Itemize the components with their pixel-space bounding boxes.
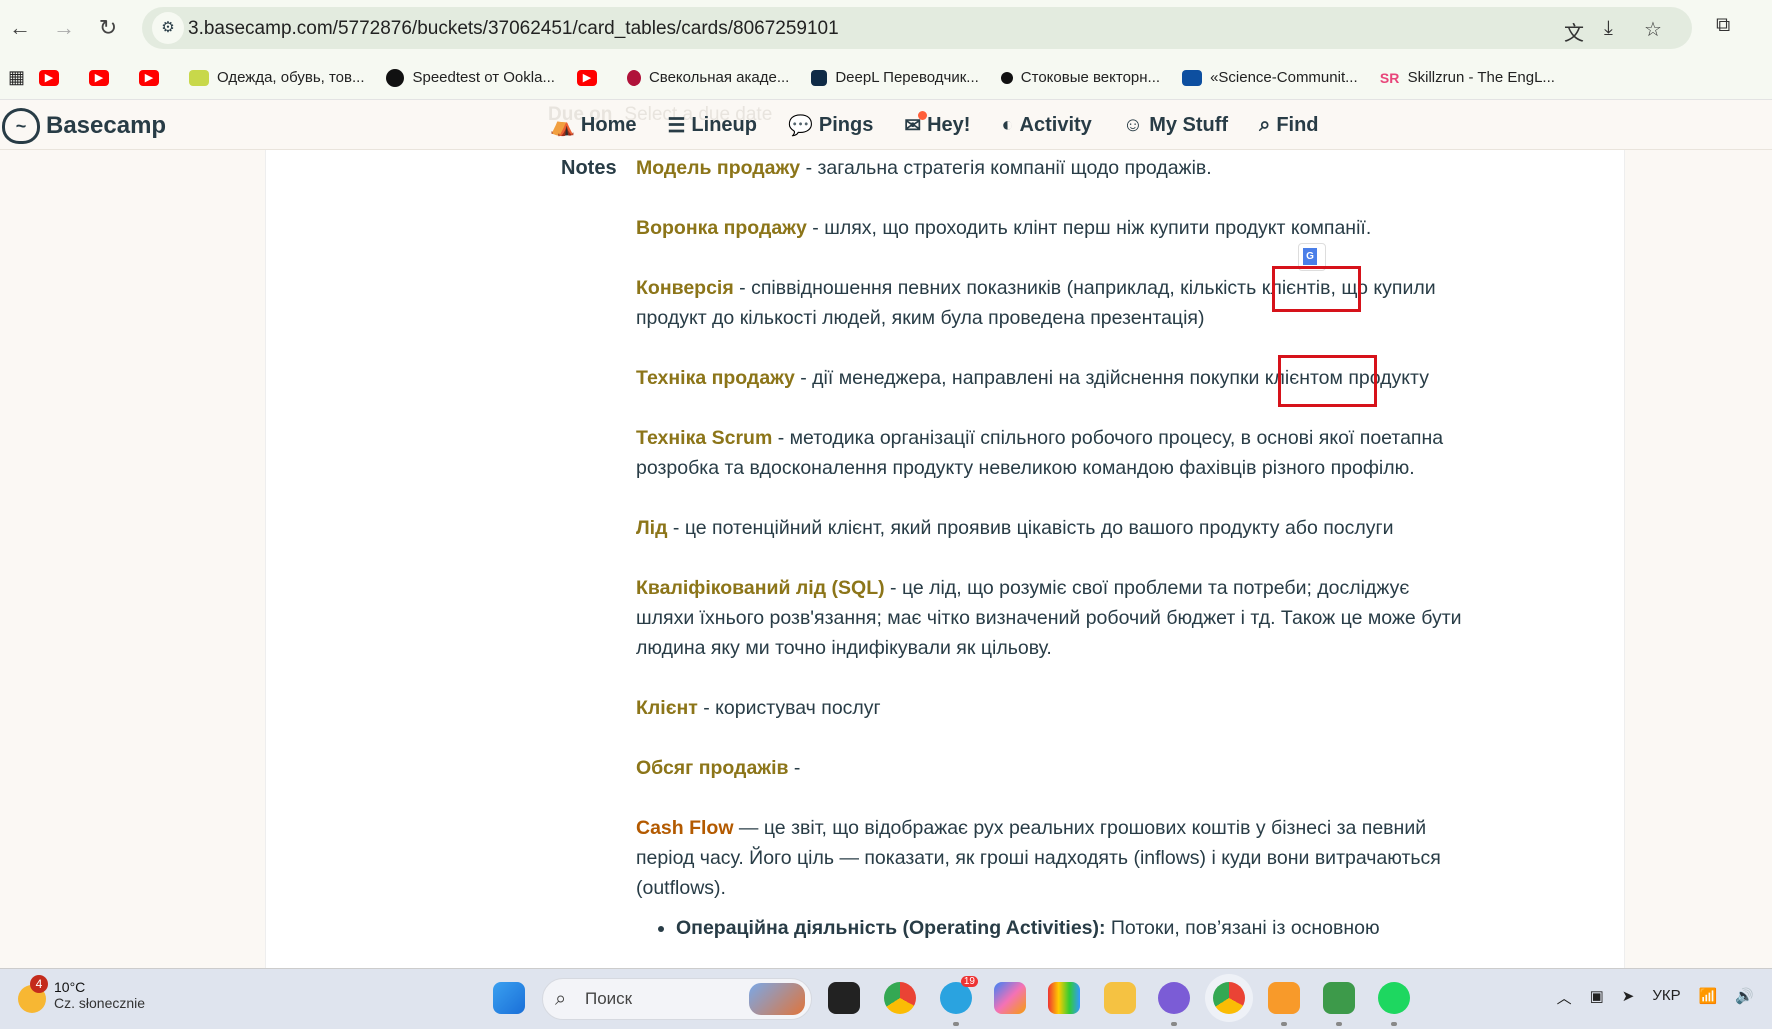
note-entry: Лід - це потенційний клієнт, який прояви… bbox=[636, 517, 1394, 539]
viber-icon[interactable] bbox=[1158, 982, 1190, 1026]
bookmark[interactable]: DeepL Переводчик... bbox=[811, 69, 979, 86]
shop-icon bbox=[189, 69, 210, 86]
pings-icon: 💬 bbox=[787, 114, 813, 137]
stock-icon bbox=[1000, 71, 1013, 84]
bookmark[interactable]: Speedtest от Ookla... bbox=[386, 68, 555, 87]
note-entry: Обсяг продажів - bbox=[636, 757, 801, 779]
youtube-icon: ▶ bbox=[576, 69, 597, 86]
note-entry: Кваліфікований лід (SQL) - це лід, що ро… bbox=[636, 577, 1462, 659]
note-entry: Воронка продажу - шлях, що проходить клі… bbox=[636, 217, 1372, 239]
bookmark[interactable]: ▶ bbox=[39, 69, 67, 86]
find-icon: ⌕ bbox=[1259, 113, 1271, 136]
extensions-icon[interactable]: ⧉ bbox=[1716, 14, 1730, 37]
weather-widget[interactable]: 4 10°C Cz. słonecznie bbox=[18, 975, 145, 1013]
main-nav: ⛺ Home ☰ Lineup 💬 Pings ✉ Hey! ◐ Activity ☺ My… bbox=[550, 100, 1350, 150]
search-icon: ⌕ bbox=[555, 988, 567, 1010]
weather-sun-icon: 4 bbox=[18, 975, 48, 1013]
highlight-box bbox=[1272, 266, 1361, 312]
notification-dot bbox=[918, 110, 928, 120]
youtube-icon: ▶ bbox=[89, 69, 110, 86]
bookmark[interactable]: ▶ bbox=[89, 69, 117, 86]
skillzrun-icon: SR bbox=[1379, 69, 1400, 86]
bookmark-star-icon[interactable]: ☆ bbox=[1644, 17, 1662, 42]
copilot-icon[interactable] bbox=[994, 982, 1026, 1014]
nav-home[interactable]: ⛺ Home bbox=[550, 113, 636, 138]
speedtest-icon bbox=[386, 68, 405, 87]
site-settings-icon[interactable]: ⚙ bbox=[152, 12, 184, 44]
apps-grid-icon[interactable]: ▦ bbox=[8, 67, 25, 88]
browser-toolbar: ← → ↻ ⚙ 3.basecamp.com/5772876/buckets/3… bbox=[0, 0, 1772, 56]
note-entry: Cash Flow — це звіт, що відображає рух р… bbox=[636, 817, 1441, 899]
nav-my-stuff[interactable]: ☺ My Stuff bbox=[1123, 114, 1228, 137]
highlight-box bbox=[1278, 355, 1377, 407]
system-tray: ︿ ▣ ➤ УКР 📶 🔊 bbox=[1557, 987, 1772, 1008]
bookmark[interactable]: «Science-Communit... bbox=[1182, 69, 1358, 86]
beet-icon bbox=[626, 69, 641, 86]
paint-icon[interactable] bbox=[1048, 982, 1080, 1014]
bookmark[interactable]: Одежда, обувь, тов... bbox=[189, 69, 364, 86]
chrome-active-icon[interactable] bbox=[1213, 982, 1245, 1014]
back-icon[interactable]: ← bbox=[6, 14, 34, 42]
windows-start-icon[interactable] bbox=[493, 982, 525, 1014]
deepl-icon bbox=[811, 69, 828, 86]
lineup-icon: ☰ bbox=[667, 114, 686, 137]
nav-pings[interactable]: 💬 Pings bbox=[788, 113, 873, 138]
bookmark[interactable]: SR Skillzrun - The EngL... bbox=[1380, 69, 1555, 86]
home-icon: ⛺ bbox=[550, 114, 575, 137]
bookmark[interactable]: Свекольная акаде... bbox=[626, 69, 789, 86]
basecamp-logo-icon: ~ bbox=[2, 108, 40, 144]
note-entry: Клієнт - користувач послуг bbox=[636, 697, 881, 719]
bookmarks-bar: ▦ ▶ ▶ ▶ Одежда, обувь, тов... Speedtest … bbox=[0, 56, 1772, 100]
translate-icon[interactable]: 文 bbox=[1564, 17, 1584, 46]
bullet-item: Операційна діяльність (Operating Activit… bbox=[676, 913, 1466, 943]
taskbar-search[interactable]: ⌕ Поиск bbox=[542, 978, 812, 1020]
bookmark[interactable]: Стоковые векторн... bbox=[1000, 69, 1160, 86]
task-view-icon[interactable] bbox=[828, 982, 860, 1014]
notes-label: Notes bbox=[561, 157, 617, 179]
chevron-up-icon[interactable]: ︿ bbox=[1557, 987, 1572, 1008]
youtube-icon: ▶ bbox=[39, 69, 60, 86]
sublime-icon[interactable] bbox=[1268, 982, 1300, 1026]
wifi-icon[interactable]: 📶 bbox=[1699, 987, 1718, 1008]
telegram-icon[interactable]: 19 bbox=[940, 976, 978, 1026]
windows-taskbar: 4 10°C Cz. słonecznie ⌕ Поиск 19 ︿ ▣ ➤ УКР… bbox=[0, 968, 1772, 1029]
url-text[interactable]: 3.basecamp.com/5772876/buckets/37062451/… bbox=[188, 18, 839, 40]
chrome-icon[interactable] bbox=[884, 982, 916, 1014]
card-content: Notes Модель продажу - загальна стратегі… bbox=[265, 150, 1625, 968]
basecamp-header: ~ Basecamp Due on Select a due date ⛺ Home … bbox=[0, 100, 1772, 150]
location-icon[interactable]: ➤ bbox=[1622, 987, 1635, 1008]
activity-icon: ◐ bbox=[1001, 113, 1014, 136]
reload-icon[interactable]: ↻ bbox=[94, 14, 122, 42]
note-entry: Модель продажу - загальна стратегія комп… bbox=[636, 157, 1212, 179]
spotify-icon[interactable] bbox=[1378, 982, 1410, 1026]
bookmark[interactable]: ▶ bbox=[576, 69, 605, 86]
search-highlight-image bbox=[749, 983, 805, 1015]
basecamp-logo[interactable]: ~ Basecamp bbox=[2, 108, 166, 144]
file-explorer-icon[interactable] bbox=[1104, 982, 1136, 1014]
address-bar[interactable]: ⚙ 3.basecamp.com/5772876/buckets/3706245… bbox=[142, 7, 1692, 49]
bookmark[interactable]: ▶ bbox=[139, 69, 167, 86]
note-entry: Техніка Scrum - методика організації спі… bbox=[636, 427, 1444, 479]
nav-hey[interactable]: ✉ Hey! bbox=[904, 110, 970, 138]
app-icon[interactable] bbox=[1323, 982, 1355, 1026]
network-device-icon[interactable]: ▣ bbox=[1590, 987, 1604, 1008]
my-stuff-icon: ☺ bbox=[1122, 113, 1144, 136]
science-icon bbox=[1182, 69, 1203, 86]
nav-activity[interactable]: ◐ Activity bbox=[1001, 114, 1091, 137]
volume-icon[interactable]: 🔊 bbox=[1735, 987, 1754, 1008]
install-app-icon[interactable]: ⤓ bbox=[1604, 17, 1613, 40]
nav-lineup[interactable]: ☰ Lineup bbox=[667, 113, 756, 138]
forward-icon[interactable]: → bbox=[50, 14, 78, 42]
nav-find[interactable]: ⌕ Find bbox=[1259, 114, 1318, 137]
language-indicator[interactable]: УКР bbox=[1652, 987, 1680, 1008]
youtube-icon: ▶ bbox=[139, 69, 160, 86]
